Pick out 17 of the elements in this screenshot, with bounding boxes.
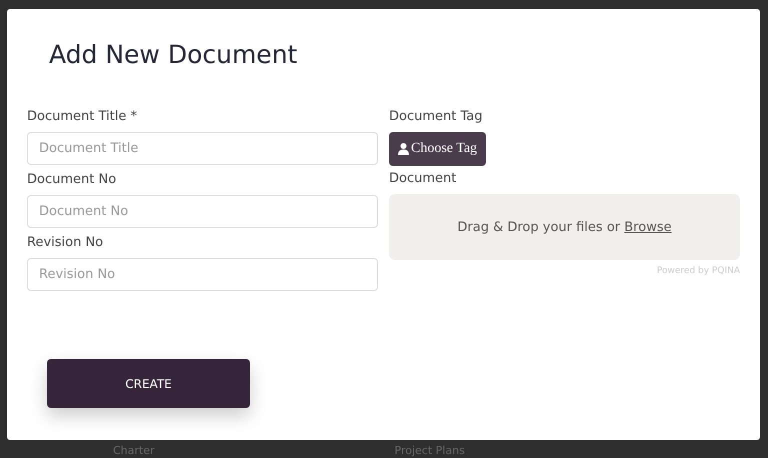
drop-prompt: Drag & Drop your files or Browse — [457, 220, 672, 234]
user-icon — [398, 143, 409, 155]
field-label: Document — [389, 170, 456, 188]
input-field[interactable]: Revision No — [27, 258, 378, 291]
create-button[interactable]: CREATE — [47, 359, 250, 408]
background-item: Charter — [113, 444, 155, 458]
field-label: Document Title * — [27, 108, 137, 126]
background-item: Project Plans — [394, 444, 465, 458]
drop-zone[interactable]: Drag & Drop your files or Browse — [389, 194, 740, 260]
field-label: Document Tag — [389, 108, 482, 126]
browse-link[interactable]: Browse — [624, 220, 672, 234]
input-field[interactable]: Document No — [27, 195, 378, 228]
input-field[interactable]: Document Title — [27, 132, 378, 165]
field-label: Document No — [27, 171, 116, 189]
field-label: Revision No — [27, 234, 104, 252]
dialog-title: Add New Document — [49, 40, 298, 69]
choose-tag-button[interactable]: Choose Tag — [389, 132, 486, 166]
